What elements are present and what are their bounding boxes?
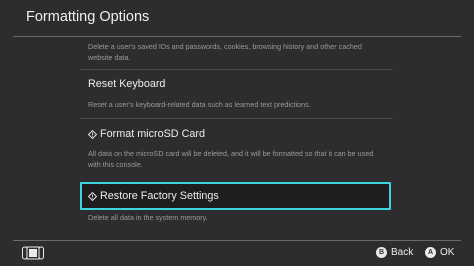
console-icon xyxy=(22,246,44,265)
options-list: Delete a user's saved IDs and passwords,… xyxy=(0,37,474,240)
format-microsd-option[interactable]: Format microSD Card xyxy=(87,128,205,140)
ok-button[interactable]: A OK xyxy=(425,247,454,258)
b-button-icon: B xyxy=(376,247,387,258)
item-description: Delete a user's saved IDs and passwords,… xyxy=(88,42,362,62)
header: Formatting Options xyxy=(0,0,474,36)
divider xyxy=(80,118,393,119)
reset-keyboard-option[interactable]: Reset Keyboard xyxy=(88,78,165,90)
ok-label: OK xyxy=(440,247,455,258)
warning-diamond-icon xyxy=(87,129,98,139)
warning-diamond-icon xyxy=(87,191,98,201)
a-button-icon: A xyxy=(425,247,436,258)
item-description: Delete all data in the system memory. xyxy=(88,213,208,222)
option-label: Restore Factory Settings xyxy=(100,190,219,202)
item-description: All data on the microSD card will be del… xyxy=(88,149,374,169)
option-label: Format microSD Card xyxy=(100,128,205,140)
back-button[interactable]: B Back xyxy=(376,247,413,258)
page-title: Formatting Options xyxy=(26,9,150,25)
divider xyxy=(80,69,393,70)
restore-factory-settings-label-row[interactable]: Restore Factory Settings xyxy=(87,190,219,202)
back-label: Back xyxy=(391,247,414,258)
option-label: Reset Keyboard xyxy=(88,78,166,90)
item-description: Reset a user's keyboard-related data suc… xyxy=(88,100,311,109)
footer: B Back A OK xyxy=(0,241,474,266)
